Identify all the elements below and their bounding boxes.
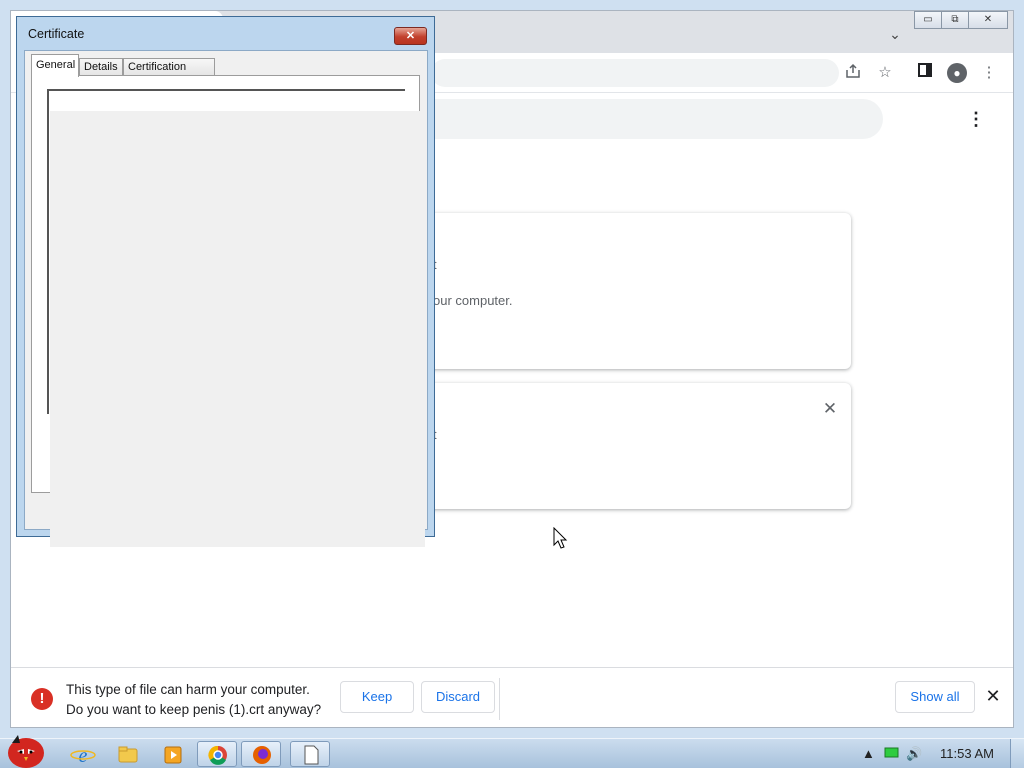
internet-explorer-icon[interactable]: e [62,741,102,767]
warning-icon: ! [31,688,53,710]
tab-details[interactable]: Details [79,58,123,76]
search-field[interactable] [431,99,883,139]
certificate-dialog: Certificate ✕ General Details Certificat… [16,16,435,547]
side-panel-icon[interactable] [915,63,935,83]
document-icon[interactable] [290,741,330,767]
chrome-icon[interactable] [197,741,237,767]
download-warning-message: This type of file can harm your computer… [66,680,321,720]
start-button-icon[interactable] [4,731,48,768]
close-icon[interactable]: ✕ [983,686,1003,706]
bookmark-star-icon[interactable]: ☆ [875,63,895,83]
menu-icon[interactable]: ⋮ [979,63,999,83]
clock[interactable]: 11:53 AM [940,746,994,761]
download-card: t ✕ [425,383,851,509]
volume-icon[interactable]: 🔊 [906,746,922,762]
folder-icon[interactable] [107,741,147,767]
tray-up-arrow-icon[interactable]: ▲ [862,746,875,761]
warning-line-2: Do you want to keep penis (1).crt anyway… [66,702,322,717]
card-warning-fragment: our computer. [433,293,513,308]
firefox-icon[interactable] [241,741,281,767]
restore-button[interactable]: ⧉ [941,11,969,29]
more-options-icon[interactable]: ⋮ [966,109,986,129]
share-icon[interactable] [843,63,863,83]
unrendered-area [50,111,425,547]
profile-icon[interactable]: ● [947,63,967,83]
tab-general[interactable]: General [31,54,79,77]
close-icon[interactable]: ✕ [820,399,840,419]
dialog-title: Certificate [28,27,85,41]
download-bar: ! This type of file can harm your comput… [11,667,1013,727]
minimize-button[interactable]: ▭ [914,11,942,29]
show-all-button[interactable]: Show all [895,681,975,713]
discard-button[interactable]: Discard [421,681,495,713]
tab-certification-path[interactable]: Certification Path [123,58,215,89]
warning-line-1: This type of file can harm your computer… [66,682,310,697]
svg-text:e: e [79,745,88,767]
network-icon[interactable] [884,746,900,763]
mouse-cursor-icon [553,527,568,549]
keep-button[interactable]: Keep [340,681,414,713]
show-desktop-button[interactable] [1010,739,1024,768]
address-bar[interactable] [431,59,839,87]
divider [499,678,500,720]
download-card: t our computer. [425,213,851,369]
window-controls: ▭ ⧉ ✕ [914,11,1008,29]
taskbar: e ▲ 🔊 11:53 AM [0,735,1024,768]
tab-search-icon[interactable]: ⌄ [886,25,904,43]
close-window-button[interactable]: ✕ [968,11,1008,29]
close-button[interactable]: ✕ [394,27,427,45]
dialog-body: General Details Certification Path Le [24,50,428,547]
media-player-icon[interactable] [152,741,192,767]
